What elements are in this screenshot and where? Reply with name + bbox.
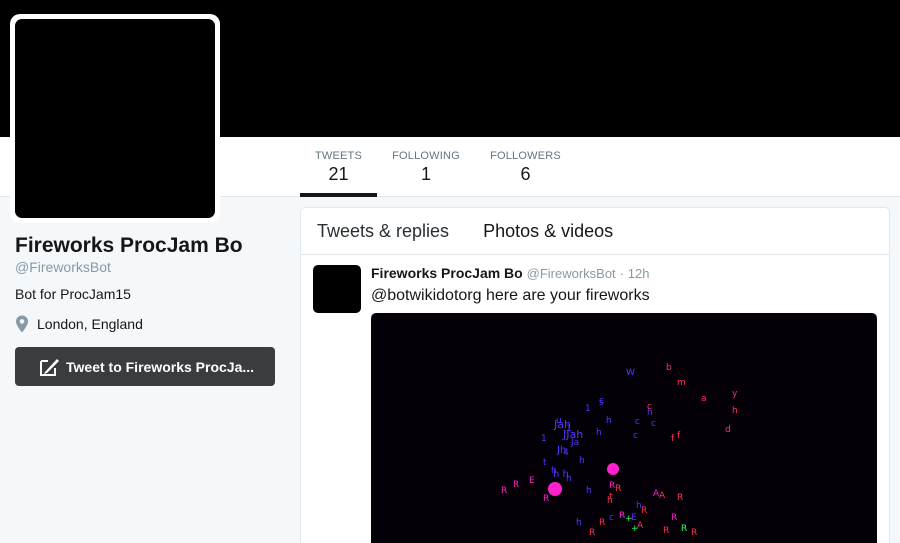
fireworks-image: Ws1 1uJa 4t h 1hh ccc hhh JahJJah Jhh h h… [501, 363, 738, 538]
svg-text:c: c [609, 513, 614, 523]
tweet-timestamp[interactable]: 12h [628, 266, 650, 281]
stat-followers-value: 6 [520, 164, 531, 184]
svg-text:f: f [677, 431, 681, 441]
svg-text:t: t [609, 492, 613, 502]
tweet-to-button[interactable]: Tweet to Fireworks ProcJa... [15, 347, 275, 386]
svg-text:W: W [626, 368, 635, 378]
svg-text:h: h [576, 518, 582, 528]
svg-text:A: A [659, 491, 666, 501]
svg-text:R: R [615, 484, 621, 494]
svg-text:R: R [677, 493, 683, 503]
svg-text:h: h [606, 416, 612, 426]
svg-text:d: d [725, 425, 731, 435]
svg-text:t: t [543, 458, 547, 468]
svg-text:R: R [663, 526, 669, 536]
svg-text:+: + [631, 524, 639, 534]
timeline: Tweets & replies Photos & videos Firewor… [300, 207, 890, 543]
tweet-separator: · [619, 266, 624, 281]
stat-tweets[interactable]: TWEETS 21 [300, 149, 377, 197]
svg-text:JJah: JJah [562, 428, 583, 441]
svg-text:1: 1 [585, 404, 591, 414]
svg-text:h: h [586, 486, 592, 496]
tweet-author[interactable]: Fireworks ProcJam Bo [371, 265, 523, 281]
tweet-to-label: Tweet to Fireworks ProcJa... [66, 358, 255, 375]
svg-text:c: c [633, 431, 638, 441]
tweet-handle[interactable]: @FireworksBot [527, 266, 616, 281]
profile-location: London, England [15, 315, 143, 333]
svg-text:+: + [625, 514, 633, 524]
svg-text:h: h [596, 428, 602, 438]
compose-icon [40, 358, 59, 376]
profile-location-text: London, England [37, 316, 143, 332]
stat-followers[interactable]: FOLLOWERS 6 [488, 149, 563, 197]
svg-text:h: h [579, 456, 585, 466]
tweet-media-image[interactable]: Ws1 1 u Ja 4th 1hh ccc hhh Jah JJah Jh h h h… [371, 313, 877, 543]
stat-tweets-value: 21 [328, 164, 349, 184]
svg-text:R: R [501, 486, 507, 496]
svg-text:E: E [529, 476, 535, 486]
stat-tweets-label: TWEETS [314, 150, 363, 162]
stat-followers-label: FOLLOWERS [490, 150, 561, 162]
profile-handle[interactable]: @FireworksBot [15, 259, 111, 275]
stat-following[interactable]: FOLLOWING 1 [390, 149, 462, 197]
svg-text:1: 1 [541, 434, 547, 444]
svg-text:R: R [543, 494, 549, 504]
svg-text:b: b [666, 363, 672, 373]
svg-text:R: R [671, 513, 677, 523]
map-pin-icon [16, 315, 28, 333]
profile-avatar-image [15, 19, 215, 218]
svg-text:f: f [671, 434, 675, 444]
svg-text:R: R [681, 524, 687, 534]
svg-text:h: h [732, 406, 738, 416]
tweet[interactable]: Fireworks ProcJam Bo @FireworksBot · 12h… [301, 255, 889, 543]
svg-text:c: c [647, 402, 652, 412]
tab-photos-videos[interactable]: Photos & videos [483, 221, 613, 242]
svg-text:a: a [701, 394, 707, 404]
tweet-body: here are your fireworks [481, 287, 650, 304]
svg-text:R: R [589, 528, 595, 538]
svg-text:R: R [513, 480, 519, 490]
svg-text:c: c [635, 417, 640, 427]
tweet-text: @botwikidotorg here are your fireworks [371, 285, 877, 307]
svg-text:c: c [651, 419, 656, 429]
stat-following-value: 1 [420, 164, 431, 184]
svg-text:m: m [677, 378, 686, 388]
svg-text:R: R [599, 518, 605, 528]
profile-bio: Bot for ProcJam15 [15, 286, 131, 302]
svg-text:R: R [641, 506, 647, 516]
profile-avatar[interactable] [10, 14, 220, 223]
svg-text:Jh: Jh [556, 445, 566, 456]
timeline-tabs: Tweets & replies Photos & videos [301, 208, 889, 255]
svg-text:R: R [691, 528, 697, 538]
stat-following-label: FOLLOWING [392, 150, 460, 162]
svg-text:h h: h h [553, 469, 569, 480]
tweet-header: Fireworks ProcJam Bo @FireworksBot · 12h [371, 265, 877, 282]
tab-tweets-replies[interactable]: Tweets & replies [317, 221, 449, 242]
svg-text:y: y [732, 389, 738, 399]
tweet-mention[interactable]: @botwikidotorg [371, 287, 482, 304]
svg-text:c: c [599, 396, 604, 406]
tweet-avatar[interactable] [313, 265, 361, 313]
profile-name[interactable]: Fireworks ProcJam Bo [15, 234, 243, 258]
